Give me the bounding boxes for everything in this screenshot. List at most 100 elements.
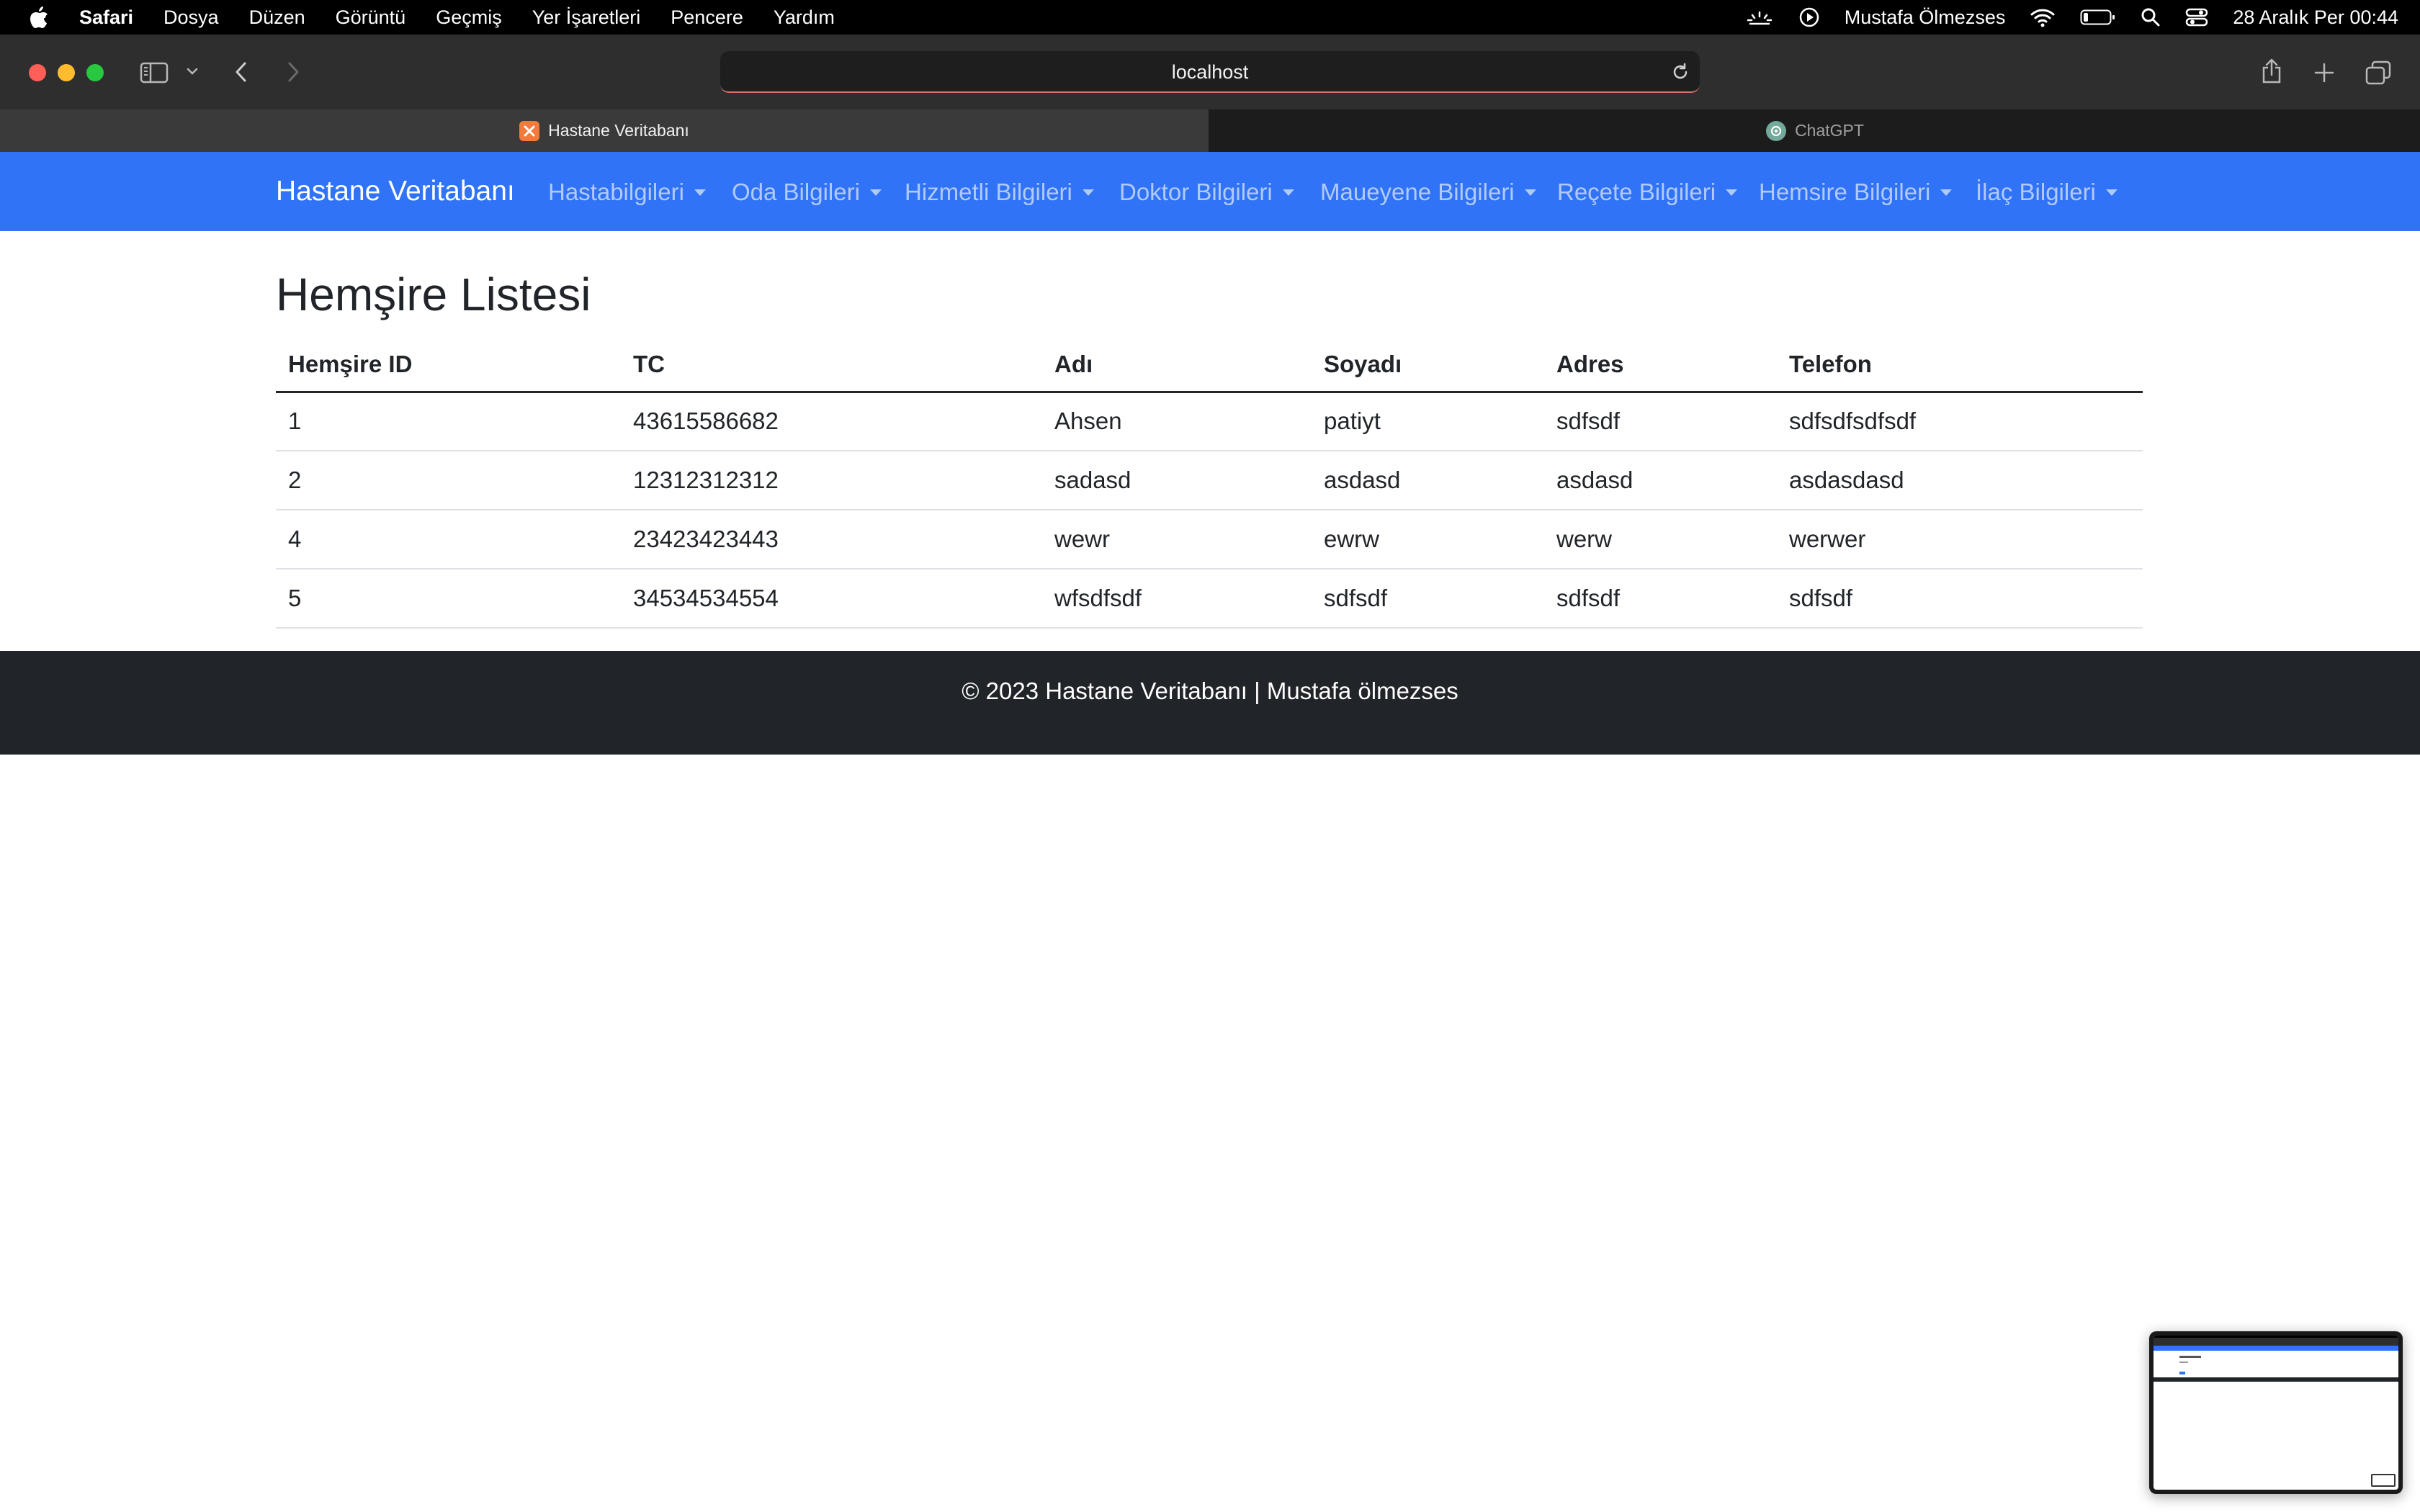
control-center-icon[interactable]	[2185, 7, 2208, 27]
table-cell: werw	[1544, 510, 1777, 570]
menu-app-name[interactable]: Safari	[79, 6, 133, 29]
nav-ilac-bilgileri[interactable]: İlaç Bilgileri	[1976, 179, 2118, 206]
dropdown-caret-icon	[869, 189, 882, 196]
dropdown-caret-icon	[1726, 189, 1738, 196]
page-title: Hemşire Listesi	[276, 269, 591, 320]
nav-label: Hizmetli Bilgileri	[905, 179, 1072, 205]
thumb-text	[2179, 1362, 2188, 1363]
table-cell: sdfsdf	[1544, 569, 1777, 629]
xampp-icon	[519, 120, 540, 141]
brightness-icon[interactable]	[1745, 6, 1774, 28]
column-header-tc: TC	[621, 338, 1042, 393]
menu-goruntu[interactable]: Görüntü	[336, 6, 406, 29]
table-cell: 43615586682	[621, 392, 1042, 451]
share-icon[interactable]	[2261, 58, 2282, 85]
menu-pencere[interactable]: Pencere	[671, 6, 743, 29]
macos-menu-bar: Safari Dosya Düzen Görüntü Geçmiş Yer İş…	[0, 0, 2420, 35]
new-tab-icon[interactable]	[2313, 62, 2335, 84]
table-cell: 5	[276, 569, 621, 629]
dropdown-caret-icon	[1082, 189, 1094, 196]
column-header-telefon: Telefon	[1777, 338, 2143, 393]
nurse-table: Hemşire ID TC Adı Soyadı Adres Telefon 1…	[276, 338, 2143, 629]
nav-label: Doktor Bilgileri	[1119, 179, 1273, 205]
table-cell: sdfsdf	[1777, 569, 2143, 629]
dropdown-caret-icon	[694, 189, 706, 196]
nav-label: İlaç Bilgileri	[1976, 179, 2096, 205]
table-cell: asdasdasd	[1777, 451, 2143, 510]
thumb-footer	[2154, 1377, 2398, 1382]
tab-label: ChatGPT	[1795, 121, 1864, 140]
nav-doktor-bilgileri[interactable]: Doktor Bilgileri	[1119, 179, 1294, 206]
now-playing-icon[interactable]	[1798, 6, 1820, 28]
menu-dosya[interactable]: Dosya	[163, 6, 219, 29]
table-cell: 4	[276, 510, 621, 570]
tab-overview-icon[interactable]	[2365, 60, 2391, 85]
table-cell: asdasd	[1544, 451, 1777, 510]
screenshot-thumbnail-preview	[2154, 1336, 2398, 1490]
table-cell: sdfsdf	[1544, 392, 1777, 451]
dropdown-caret-icon	[1940, 189, 1953, 196]
menu-extras: Mustafa Ölmezses 28 Aralık Per 00:44	[1721, 0, 2398, 35]
nav-hizmetli-bilgileri[interactable]: Hizmetli Bilgileri	[905, 179, 1094, 206]
tab-hastane-veritabani[interactable]: Hastane Veritabanı	[0, 109, 1209, 152]
window-zoom-button[interactable]	[86, 64, 104, 81]
table-header-row: Hemşire ID TC Adı Soyadı Adres Telefon	[276, 338, 2143, 393]
battery-icon[interactable]	[2080, 8, 2116, 27]
table-row: 2 12312312312 sadasd asdasd asdasd asdas…	[276, 451, 2143, 510]
chatgpt-icon	[1766, 120, 1787, 141]
column-header-adres: Adres	[1544, 338, 1777, 393]
menu-yardim[interactable]: Yardım	[774, 6, 835, 29]
tab-label: Hastane Veritabanı	[548, 121, 689, 140]
window-close-button[interactable]	[29, 64, 46, 81]
nav-hemsire-bilgileri[interactable]: Hemsire Bilgileri	[1759, 179, 1953, 206]
nav-label: Reçete Bilgileri	[1557, 179, 1716, 205]
column-header-adi: Adı	[1042, 338, 1312, 393]
back-icon[interactable]	[233, 60, 249, 84]
table-cell: wewr	[1042, 510, 1312, 570]
wifi-icon[interactable]	[2030, 7, 2056, 27]
nav-label: Oda Bilgileri	[732, 179, 860, 205]
chevron-down-icon[interactable]	[186, 66, 199, 76]
table-row: 1 43615586682 Ahsen patiyt sdfsdf sdfsdf…	[276, 392, 2143, 451]
address-bar-url: localhost	[1171, 61, 1249, 83]
menu-duzen[interactable]: Düzen	[249, 6, 305, 29]
nav-label: Maueyene Bilgileri	[1320, 179, 1515, 205]
screenshot-thumbnail[interactable]	[2149, 1331, 2403, 1494]
footer-copyright: © 2023 Hastane Veritabanı | Mustafa ölme…	[962, 678, 1458, 704]
nav-label: Hemsire Bilgileri	[1759, 179, 1931, 205]
table-cell: sdfsdf	[1312, 569, 1544, 629]
thumb-inner-thumbnail	[2371, 1474, 2396, 1487]
table-cell: sadasd	[1042, 451, 1312, 510]
table-cell: sdfsdfsdfsdf	[1777, 392, 2143, 451]
menu-clock[interactable]: 28 Aralık Per 00:44	[2233, 6, 2398, 29]
column-header-hemsire-id: Hemşire ID	[276, 338, 621, 393]
nav-oda-bilgileri[interactable]: Oda Bilgileri	[732, 179, 882, 206]
table-cell: 12312312312	[621, 451, 1042, 510]
table-cell: asdasd	[1312, 451, 1544, 510]
dropdown-caret-icon	[1282, 189, 1294, 196]
apple-logo-icon[interactable]	[29, 6, 49, 29]
table-cell: 34534534554	[621, 569, 1042, 629]
table-cell: werwer	[1777, 510, 2143, 570]
reload-icon[interactable]	[1671, 63, 1690, 81]
navbar-brand[interactable]: Hastane Veritabanı	[276, 176, 515, 207]
spotlight-search-icon[interactable]	[2141, 7, 2161, 27]
nav-maueyene-bilgileri[interactable]: Maueyene Bilgileri	[1320, 179, 1536, 206]
thumb-navbar	[2154, 1346, 2398, 1351]
window-minimize-button[interactable]	[58, 64, 75, 81]
forward-icon[interactable]	[285, 60, 301, 84]
sidebar-toggle-icon[interactable]	[140, 62, 169, 84]
nav-recete-bilgileri[interactable]: Reçete Bilgileri	[1557, 179, 1738, 206]
address-bar[interactable]: localhost	[720, 51, 1700, 93]
tab-chatgpt[interactable]: ChatGPT	[1210, 109, 2420, 152]
thumb-toolbar	[2154, 1338, 2398, 1346]
menu-yer-isaretleri[interactable]: Yer İşaretleri	[532, 6, 641, 29]
menu-gecmis[interactable]: Geçmiş	[436, 6, 502, 29]
table-cell: Ahsen	[1042, 392, 1312, 451]
nav-hastabilgileri[interactable]: Hastabilgileri	[548, 179, 706, 206]
dropdown-caret-icon	[1524, 189, 1536, 196]
table-cell: 2	[276, 451, 621, 510]
table-row: 5 34534534554 wfsdfsdf sdfsdf sdfsdf sdf…	[276, 569, 2143, 629]
dropdown-caret-icon	[2105, 189, 2118, 196]
menu-user-name[interactable]: Mustafa Ölmezses	[1845, 6, 2006, 29]
